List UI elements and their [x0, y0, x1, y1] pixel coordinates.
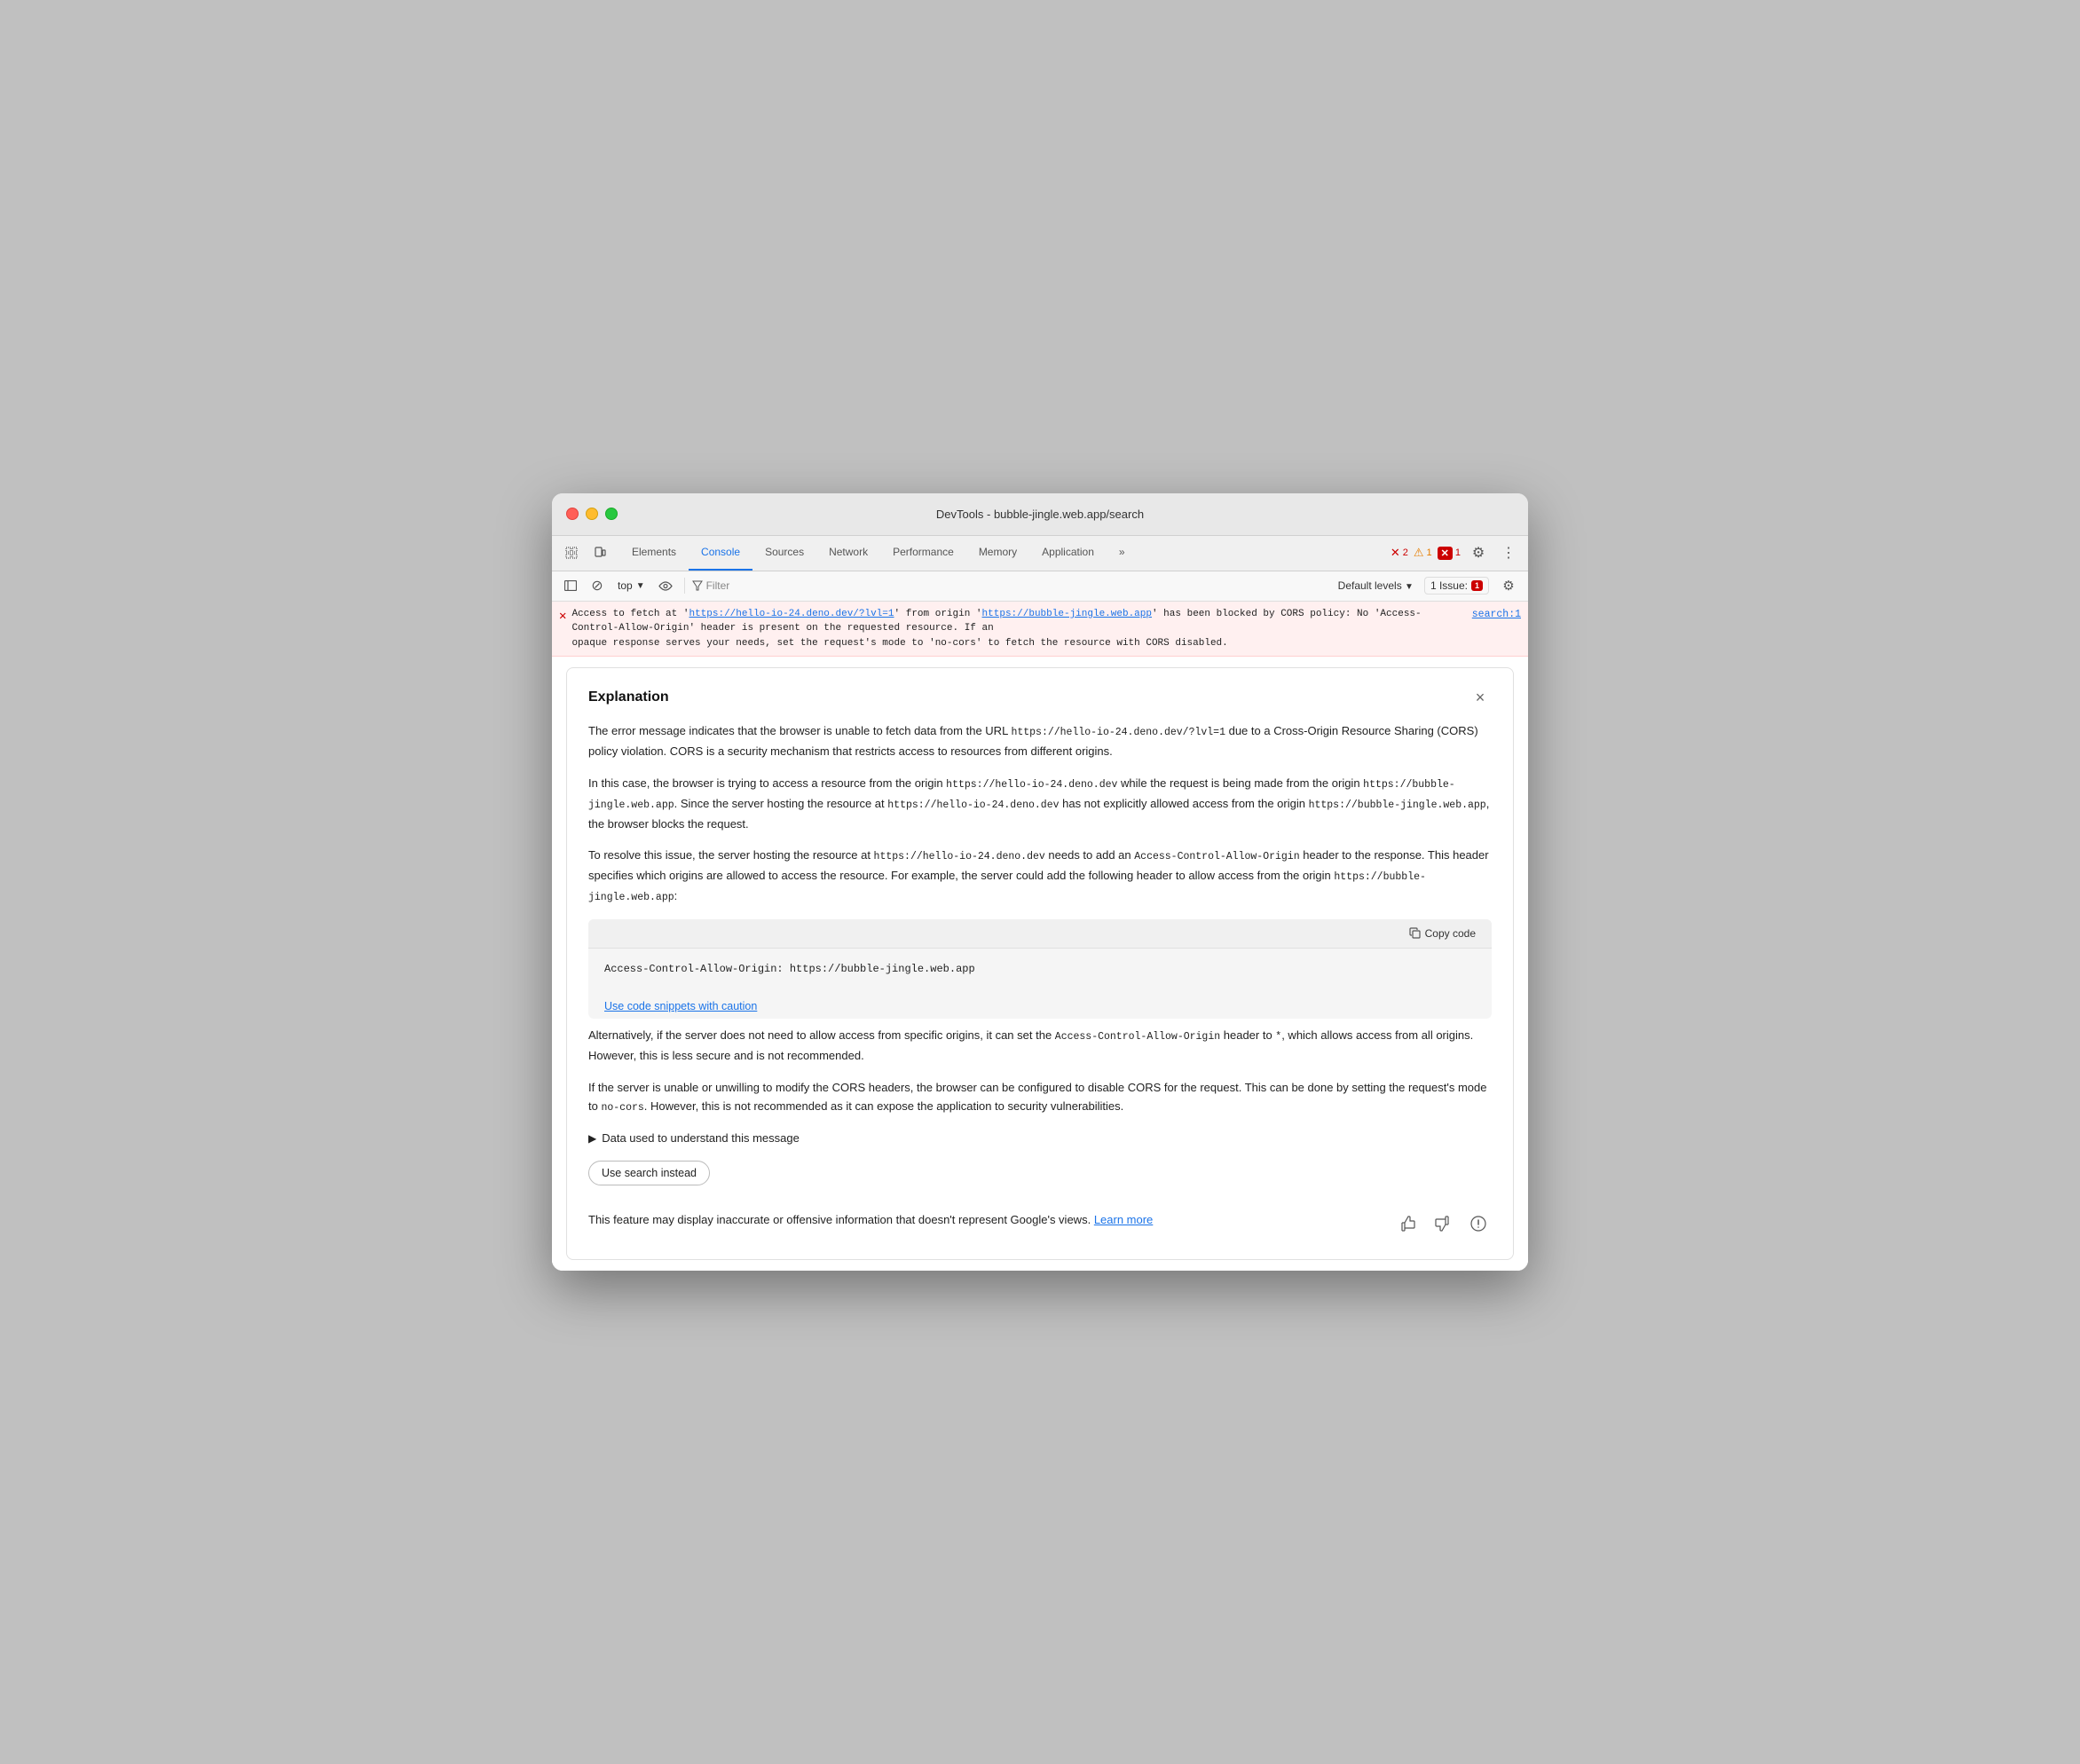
context-dropdown-icon: ▼: [636, 581, 645, 591]
device-toolbar-icon[interactable]: [587, 540, 612, 565]
copy-code-button[interactable]: Copy code: [1402, 925, 1483, 942]
footer-text: This feature may display inaccurate or o…: [588, 1210, 1153, 1229]
inline-code-header2: Access-Control-Allow-Origin: [1055, 1031, 1220, 1043]
context-selector[interactable]: top ▼: [612, 577, 650, 595]
error-location-link[interactable]: search:1: [1472, 607, 1521, 622]
filter-area[interactable]: Filter: [692, 579, 1331, 592]
caution-link[interactable]: Use code snippets with caution: [604, 997, 1492, 1015]
explanation-para4: Alternatively, if the server does not ne…: [588, 1026, 1492, 1065]
traffic-lights: [566, 508, 618, 520]
tab-more[interactable]: »: [1107, 535, 1138, 571]
levels-dropdown-icon: ▼: [1405, 582, 1414, 592]
error-url2-link[interactable]: https://bubble-jingle.web.app: [982, 609, 1152, 619]
levels-selector[interactable]: Default levels ▼: [1335, 578, 1417, 594]
close-traffic-light[interactable]: [566, 508, 579, 520]
inline-code-url: https://hello-io-24.deno.dev/?lvl=1: [1011, 727, 1225, 738]
tab-elements[interactable]: Elements: [619, 535, 689, 571]
error-entry: ✕ Access to fetch at 'https://hello-io-2…: [552, 602, 1528, 658]
tab-application[interactable]: Application: [1029, 535, 1107, 571]
explanation-body: The error message indicates that the bro…: [588, 721, 1492, 1241]
tab-sources[interactable]: Sources: [752, 535, 816, 571]
explanation-para5: If the server is unable or unwilling to …: [588, 1078, 1492, 1117]
use-search-button[interactable]: Use search instead: [588, 1161, 710, 1185]
more-options-button[interactable]: ⋮: [1496, 540, 1521, 565]
explanation-header: Explanation ×: [588, 686, 1492, 709]
explanation-para1: The error message indicates that the bro…: [588, 721, 1492, 760]
explanation-para3: To resolve this issue, the server hostin…: [588, 846, 1492, 907]
thumbs-down-button[interactable]: [1430, 1210, 1456, 1237]
inline-code-star: *: [1275, 1031, 1281, 1043]
error-badge: ✕ 2: [1391, 546, 1408, 560]
error-message-text: Access to fetch at 'https://hello-io-24.…: [571, 607, 1464, 651]
inline-code-origin1: https://hello-io-24.deno.dev: [946, 779, 1117, 791]
tab-memory[interactable]: Memory: [966, 535, 1029, 571]
sidebar-toggle-button[interactable]: [559, 574, 582, 597]
report-button[interactable]: [1465, 1210, 1492, 1237]
issues-count-badge[interactable]: 1 Issue: 1: [1424, 577, 1489, 595]
eye-icon-button[interactable]: [654, 574, 677, 597]
explanation-close-button[interactable]: ×: [1469, 686, 1492, 709]
code-snippet: Access-Control-Allow-Origin: https://bub…: [588, 949, 1492, 990]
inspect-element-icon[interactable]: [559, 540, 584, 565]
explanation-para2: In this case, the browser is trying to a…: [588, 774, 1492, 833]
code-block-header: Copy code: [588, 919, 1492, 949]
tab-bar: Elements Console Sources Network Perform…: [552, 536, 1528, 571]
console-settings-button[interactable]: ⚙: [1496, 573, 1521, 598]
tab-performance[interactable]: Performance: [880, 535, 966, 571]
explanation-card: Explanation × The error message indicate…: [566, 667, 1514, 1260]
tab-console[interactable]: Console: [689, 535, 752, 571]
footer-area: This feature may display inaccurate or o…: [588, 1207, 1492, 1241]
devtools-body: Elements Console Sources Network Perform…: [552, 536, 1528, 1271]
inline-code-header1: Access-Control-Allow-Origin: [1134, 851, 1299, 862]
tab-icon-group: [559, 540, 612, 565]
title-bar: DevTools - bubble-jingle.web.app/search: [552, 493, 1528, 536]
learn-more-link[interactable]: Learn more: [1094, 1213, 1153, 1226]
inline-code-nocors: no-cors: [601, 1102, 643, 1114]
tab-right-area: ✕ 2 ⚠ 1 ✕ 1 ⚙ ⋮: [1391, 540, 1521, 565]
explanation-title: Explanation: [588, 686, 669, 709]
console-toolbar: ⊘ top ▼ Filter Default levels: [552, 571, 1528, 602]
inline-code-origin4: https://bubble-jingle.web.app: [1309, 799, 1486, 811]
issues-badge-tab: ✕ 1: [1438, 547, 1461, 560]
minimize-traffic-light[interactable]: [586, 508, 598, 520]
error-url1-link[interactable]: https://hello-io-24.deno.dev/?lvl=1: [689, 609, 894, 619]
inline-code-origin5: https://hello-io-24.deno.dev: [874, 851, 1045, 862]
toolbar-right: Default levels ▼ 1 Issue: 1 ⚙: [1335, 573, 1521, 598]
devtools-window: DevTools - bubble-jingle.web.app/search: [552, 493, 1528, 1271]
inline-code-origin6: https://bubble-jingle.web.app: [588, 871, 1426, 903]
toolbar-separator: [684, 578, 685, 594]
tab-list: Elements Console Sources Network Perform…: [619, 535, 1138, 571]
console-output: ✕ Access to fetch at 'https://hello-io-2…: [552, 602, 1528, 1271]
window-title: DevTools - bubble-jingle.web.app/search: [936, 508, 1144, 521]
data-toggle-arrow: ▶: [588, 1130, 596, 1147]
settings-button[interactable]: ⚙: [1466, 540, 1491, 565]
tab-network[interactable]: Network: [816, 535, 880, 571]
thumbs-up-button[interactable]: [1394, 1210, 1421, 1237]
warning-badge: ⚠ 1: [1414, 546, 1432, 560]
data-toggle[interactable]: ▶ Data used to understand this message: [588, 1130, 1492, 1148]
maximize-traffic-light[interactable]: [605, 508, 618, 520]
issues-number: 1: [1471, 580, 1483, 591]
inline-code-origin3: https://hello-io-24.deno.dev: [887, 799, 1059, 811]
feedback-buttons: [1394, 1210, 1492, 1237]
error-icon: ✕: [559, 608, 566, 626]
clear-console-button[interactable]: ⊘: [586, 574, 609, 597]
code-block-wrapper: Copy code Access-Control-Allow-Origin: h…: [588, 919, 1492, 1019]
